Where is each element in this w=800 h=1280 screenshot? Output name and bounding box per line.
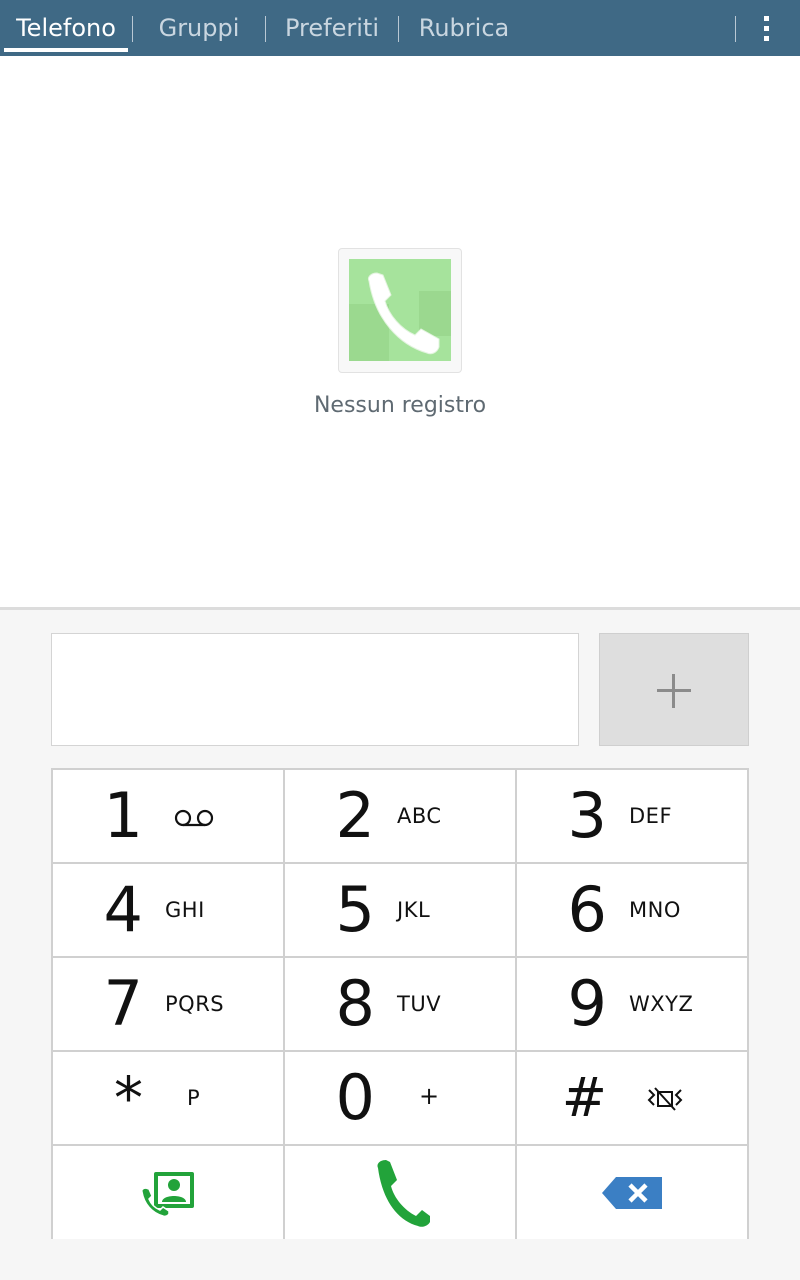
delete-button[interactable] <box>517 1146 747 1239</box>
empty-log-illustration <box>338 248 462 373</box>
empty-log-message: Nessun registro <box>313 393 487 418</box>
tab-label: Telefono <box>16 14 116 42</box>
key-digit: 5 <box>335 873 375 946</box>
key-6[interactable]: 6 MNO <box>517 864 747 956</box>
contacts-call-icon <box>141 1171 194 1217</box>
tab-preferiti[interactable]: Preferiti <box>266 0 398 56</box>
key-letters: TUV <box>397 992 442 1016</box>
key-1[interactable]: 1 <box>53 770 283 862</box>
key-digit: 1 <box>103 779 143 852</box>
key-2[interactable]: 2 ABC <box>285 770 515 862</box>
tab-rubrica[interactable]: Rubrica <box>399 0 529 56</box>
key-letters: ABC <box>397 804 442 828</box>
key-5[interactable]: 5 JKL <box>285 864 515 956</box>
call-icon <box>377 1159 430 1227</box>
key-digit: 6 <box>567 873 607 946</box>
tab-separator <box>735 16 736 42</box>
key-8[interactable]: 8 TUV <box>285 958 515 1050</box>
tab-bar: Telefono Gruppi Preferiti Rubrica <box>0 0 800 56</box>
tab-label: Gruppi <box>158 14 240 42</box>
tab-label: Preferiti <box>285 14 379 42</box>
key-letters: PQRS <box>165 992 225 1016</box>
key-letters: MNO <box>629 898 681 922</box>
vibrate-mute-icon <box>647 1087 683 1111</box>
key-digit: # <box>561 1066 607 1129</box>
key-letters: GHI <box>165 898 205 922</box>
add-contact-button[interactable] <box>599 633 749 746</box>
key-digit: 2 <box>335 779 375 852</box>
key-3[interactable]: 3 DEF <box>517 770 747 862</box>
voicemail-icon <box>174 809 214 827</box>
tab-gruppi[interactable]: Gruppi <box>133 0 265 56</box>
tab-telefono[interactable]: Telefono <box>0 0 132 56</box>
key-hash[interactable]: # <box>517 1052 747 1144</box>
key-letters: WXYZ <box>629 992 694 1016</box>
key-digit: 7 <box>103 967 143 1040</box>
contacts-call-button[interactable] <box>53 1146 283 1239</box>
phone-number-field[interactable] <box>51 633 579 746</box>
key-letters: P <box>187 1086 201 1110</box>
key-digit: 8 <box>335 967 375 1040</box>
key-letters: JKL <box>397 898 431 922</box>
key-4[interactable]: 4 GHI <box>53 864 283 956</box>
phone-handset-icon <box>368 272 440 355</box>
key-letters: DEF <box>629 804 673 828</box>
tab-active-indicator <box>4 48 128 52</box>
call-button[interactable] <box>285 1146 515 1239</box>
key-9[interactable]: 9 WXYZ <box>517 958 747 1050</box>
key-digit: 0 <box>335 1061 375 1134</box>
key-letters: + <box>419 1082 440 1110</box>
key-digit: 4 <box>103 873 143 946</box>
key-digit: 3 <box>567 779 607 852</box>
tab-label: Rubrica <box>418 14 510 42</box>
key-0[interactable]: 0 + <box>285 1052 515 1144</box>
key-digit: 9 <box>567 967 607 1040</box>
key-7[interactable]: 7 PQRS <box>53 958 283 1050</box>
key-digit: * <box>114 1064 143 1132</box>
backspace-icon <box>602 1176 662 1209</box>
overflow-menu-button[interactable] <box>742 0 792 56</box>
dial-keypad: 1 2 ABC 3 DEF 4 GHI 5 JKL 6 MNO 7 PQRS 8… <box>51 768 749 1239</box>
key-star[interactable]: * P <box>53 1052 283 1144</box>
